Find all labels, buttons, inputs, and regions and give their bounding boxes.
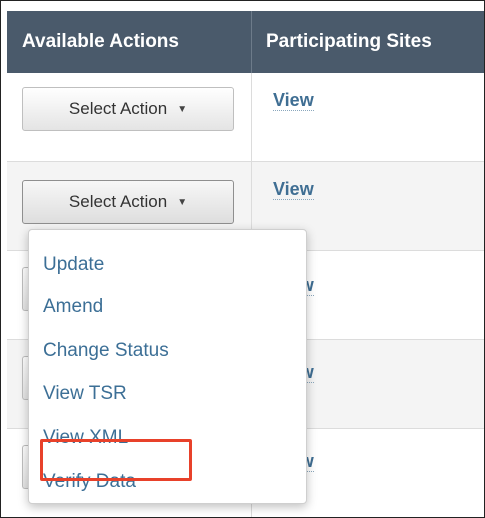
view-sites-link[interactable]: View (273, 90, 314, 111)
select-action-button[interactable]: Select Action ▼ (22, 87, 234, 131)
menu-item-update[interactable]: Update (43, 253, 104, 277)
caret-down-icon: ▼ (177, 196, 188, 208)
menu-item-change-status[interactable]: Change Status (43, 339, 169, 363)
column-header-available-actions: Available Actions (22, 31, 179, 52)
select-action-label: Select Action (68, 99, 168, 118)
select-action-label: Select Action (68, 192, 168, 211)
view-sites-link[interactable]: View (273, 179, 314, 200)
column-divider (251, 73, 252, 161)
select-action-button[interactable]: Select Action ▼ (22, 180, 234, 224)
screenshot-frame: Available Actions Participating Sites Se… (0, 0, 485, 518)
top-strip (1, 1, 484, 11)
column-header-participating-sites: Participating Sites (266, 31, 432, 52)
select-action-dropdown-menu: Update Amend Change Status View TSR View… (28, 229, 307, 504)
menu-item-amend[interactable]: Amend (43, 295, 103, 319)
table-header: Available Actions Participating Sites (7, 11, 484, 73)
header-divider (251, 11, 252, 73)
table-row: Select Action ▼ View (7, 73, 484, 162)
caret-down-icon: ▼ (177, 103, 188, 115)
verify-data-highlight-box (40, 439, 192, 481)
menu-item-view-tsr[interactable]: View TSR (43, 382, 127, 406)
